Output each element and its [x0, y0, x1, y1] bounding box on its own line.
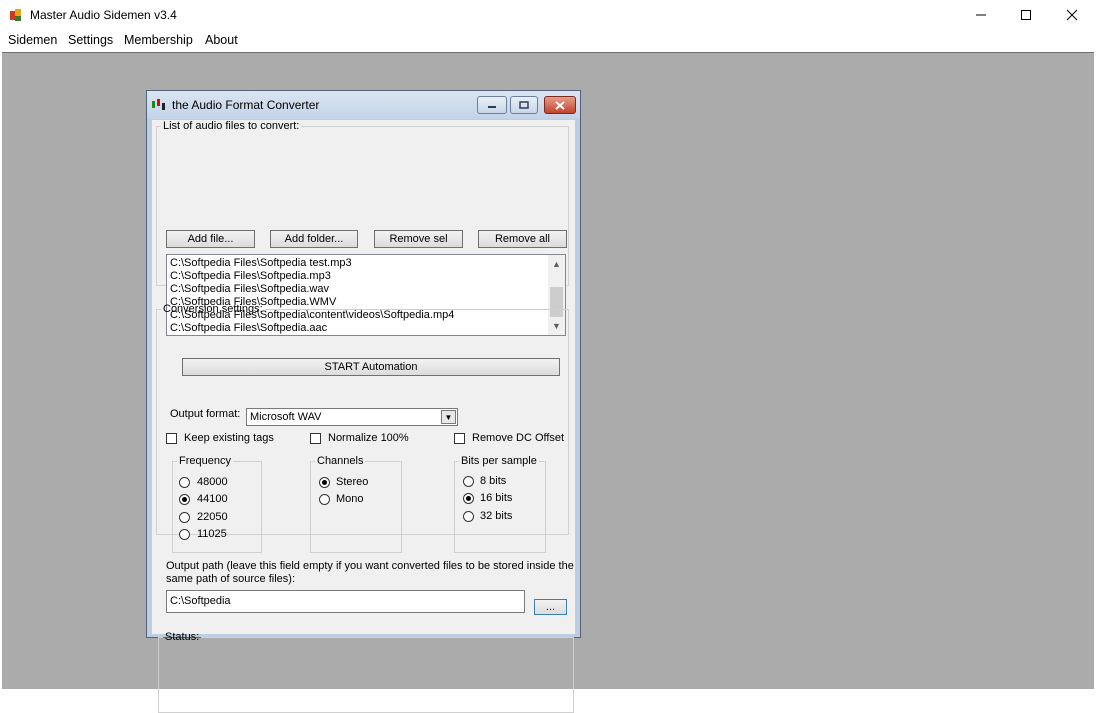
dialog-title: the Audio Format Converter	[172, 98, 320, 112]
dialog-client-area: List of audio files to convert: Add file…	[152, 120, 575, 713]
keep-tags-checkbox[interactable]	[166, 433, 177, 444]
output-path-input[interactable]: C:\Softpedia	[166, 590, 525, 613]
frequency-44100-radio[interactable]	[179, 494, 190, 505]
chevron-down-icon[interactable]: ▼	[441, 410, 456, 424]
remove-dc-checkbox[interactable]	[454, 433, 465, 444]
dialog-minimize-button[interactable]	[477, 96, 507, 114]
remove-all-button[interactable]: Remove all	[478, 230, 567, 248]
restore-icon	[519, 101, 529, 109]
list-item[interactable]: C:\Softpedia Files\Softpedia.mp3	[170, 270, 331, 282]
frequency-48000-label: 48000	[197, 476, 228, 488]
remove-dc-label: Remove DC Offset	[472, 432, 565, 444]
frequency-11025-radio[interactable]	[179, 529, 190, 540]
close-icon	[1066, 9, 1078, 21]
maximize-icon	[1021, 10, 1031, 20]
output-path-value: C:\Softpedia	[170, 595, 231, 607]
list-item[interactable]: C:\Softpedia Files\Softpedia.wav	[170, 283, 329, 295]
output-format-label: Output format:	[170, 408, 241, 420]
app-icon	[10, 9, 21, 21]
bits-per-sample-group: Bits per sample	[454, 455, 546, 553]
maximize-button[interactable]	[1003, 0, 1049, 30]
menu-about[interactable]: About	[205, 33, 238, 47]
bits-16-label: 16 bits	[480, 492, 513, 504]
close-button[interactable]	[1049, 0, 1095, 30]
bits-16-radio[interactable]	[463, 493, 474, 504]
frequency-44100-label: 44100	[197, 493, 228, 505]
output-format-select[interactable]: Microsoft WAV ▼	[246, 408, 458, 426]
dialog-titlebar[interactable]: the Audio Format Converter	[147, 91, 580, 119]
conversion-settings-legend: Conversion settings:	[163, 303, 263, 315]
remove-selected-button[interactable]: Remove sel	[374, 230, 463, 248]
mono-radio[interactable]	[319, 494, 330, 505]
mono-label: Mono	[336, 493, 364, 505]
bits-per-sample-legend: Bits per sample	[461, 455, 537, 467]
close-icon	[555, 100, 565, 110]
status-legend: Status:	[165, 631, 200, 643]
window-titlebar: Master Audio Sidemen v3.4	[0, 0, 1096, 30]
converter-icon	[152, 99, 165, 110]
dialog-restore-button[interactable]	[510, 96, 538, 114]
frequency-22050-label: 22050	[197, 511, 228, 523]
status-group: Status:	[158, 631, 574, 713]
output-format-value: Microsoft WAV	[250, 411, 322, 423]
menu-sidemen[interactable]: Sidemen	[8, 33, 57, 47]
menu-membership[interactable]: Membership	[124, 33, 193, 47]
minimize-icon	[488, 106, 496, 108]
browse-button[interactable]: ...	[534, 599, 567, 615]
menu-settings[interactable]: Settings	[68, 33, 113, 47]
bits-8-label: 8 bits	[480, 475, 507, 487]
frequency-11025-label: 11025	[197, 528, 227, 540]
converter-dialog: the Audio Format Converter List of audio…	[146, 90, 581, 713]
stereo-label: Stereo	[336, 476, 369, 488]
dialog-close-button[interactable]	[544, 96, 576, 114]
output-path-label-line2: same path of source files):	[166, 573, 296, 585]
app-title: Master Audio Sidemen v3.4	[30, 8, 177, 22]
keep-tags-label: Keep existing tags	[184, 432, 274, 444]
frequency-22050-radio[interactable]	[179, 512, 190, 523]
stereo-radio[interactable]	[319, 477, 330, 488]
minimize-button[interactable]	[958, 0, 1004, 30]
add-folder-button[interactable]: Add folder...	[270, 230, 358, 248]
bits-32-radio[interactable]	[463, 511, 474, 522]
output-path-label-line1: Output path (leave this field empty if y…	[166, 560, 574, 572]
menu-bar: Sidemen Settings Membership About	[0, 30, 1096, 51]
list-item[interactable]: C:\Softpedia Files\Softpedia test.mp3	[170, 257, 352, 269]
normalize-label: Normalize 100%	[328, 432, 409, 444]
normalize-checkbox[interactable]	[310, 433, 321, 444]
bits-32-label: 32 bits	[480, 510, 513, 522]
minimize-icon	[976, 14, 986, 16]
scroll-up-icon[interactable]: ▲	[548, 257, 565, 271]
frequency-legend: Frequency	[179, 455, 231, 467]
files-group-legend: List of audio files to convert:	[163, 120, 300, 132]
bits-8-radio[interactable]	[463, 476, 474, 487]
frequency-48000-radio[interactable]	[179, 477, 190, 488]
channels-legend: Channels	[317, 455, 364, 467]
add-file-button[interactable]: Add file...	[166, 230, 255, 248]
